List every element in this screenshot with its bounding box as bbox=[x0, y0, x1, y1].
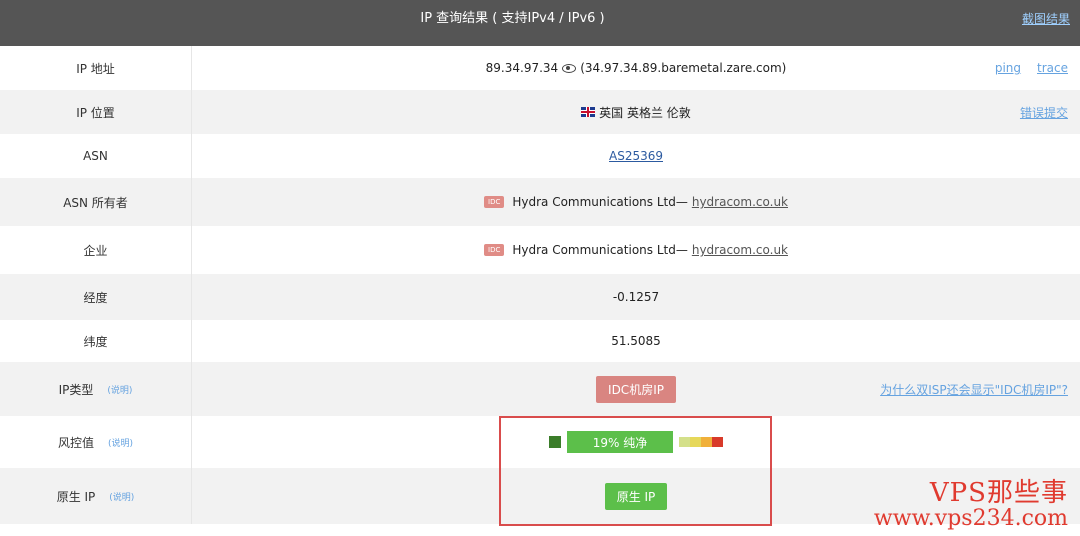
longitude-value: -0.1257 bbox=[612, 290, 660, 304]
asn-owner-value: IDC Hydra Communications Ltd— hydracom.c… bbox=[192, 178, 1080, 226]
risk-label: 风控值 bbox=[57, 435, 94, 450]
ip-type-badge: IDC机房IP bbox=[596, 375, 676, 403]
watermark-line2: www.vps234.com bbox=[873, 506, 1068, 531]
row-asn: ASN AS25369 bbox=[0, 134, 1080, 178]
idc-tag: IDC bbox=[484, 196, 505, 208]
uk-flag-icon bbox=[581, 107, 596, 117]
asn-owner-label: ASN 所有者 bbox=[0, 178, 192, 226]
row-ip-address: IP 地址 89.34.97.34 (34.97.34.89.baremetal… bbox=[0, 46, 1080, 90]
header-title: IP 查询结果 ( 支持IPv4 / IPv6 ) bbox=[420, 11, 605, 26]
ping-link[interactable]: ping bbox=[995, 61, 1021, 75]
eye-icon[interactable] bbox=[562, 63, 577, 73]
location-text: 英国 英格兰 伦敦 bbox=[599, 105, 691, 120]
risk-help-link[interactable]: (说明) bbox=[108, 436, 133, 449]
risk-value-cell: 19% 纯净 bbox=[192, 416, 1080, 468]
trace-link[interactable]: trace bbox=[1037, 61, 1068, 75]
native-label-cell: 原生 IP (说明) bbox=[0, 468, 192, 524]
latitude-value: 51.5085 bbox=[611, 334, 661, 348]
ip-address-label: IP 地址 bbox=[0, 46, 192, 90]
screenshot-link[interactable]: 截图结果 bbox=[1022, 0, 1070, 38]
latitude-label: 纬度 bbox=[0, 320, 192, 362]
ip-address-value: 89.34.97.34 (34.97.34.89.baremetal.zare.… bbox=[192, 46, 1080, 90]
risk-scale bbox=[679, 437, 723, 447]
asn-value-cell: AS25369 bbox=[192, 134, 1080, 178]
ip-type-label: IP类型 bbox=[58, 382, 94, 397]
asn-owner-name: Hydra Communications Ltd— bbox=[512, 195, 688, 209]
watermark-line1: VPS那些事 bbox=[929, 478, 1068, 508]
asn-link[interactable]: AS25369 bbox=[609, 149, 663, 163]
ip-type-help-link[interactable]: (说明) bbox=[107, 383, 132, 396]
company-name: Hydra Communications Ltd— bbox=[512, 243, 688, 257]
watermark: VPS那些事 www.vps234.com bbox=[874, 480, 1068, 530]
row-latitude: 纬度 51.5085 bbox=[0, 320, 1080, 362]
ip-type-label-cell: IP类型 (说明) bbox=[0, 362, 192, 416]
rdns-value: (34.97.34.89.baremetal.zare.com) bbox=[580, 61, 787, 75]
row-ip-type: IP类型 (说明) IDC机房IP 为什么双ISP还会显示"IDC机房IP"? bbox=[0, 362, 1080, 416]
ip-value: 89.34.97.34 bbox=[485, 61, 559, 75]
company-label: 企业 bbox=[0, 226, 192, 274]
row-ip-location: IP 位置 英国 英格兰 伦敦 错误提交 bbox=[0, 90, 1080, 134]
ip-location-label: IP 位置 bbox=[0, 90, 192, 134]
report-error-label[interactable]: 错误提交 bbox=[1020, 104, 1068, 121]
result-header: IP 查询结果 ( 支持IPv4 / IPv6 ) 截图结果 bbox=[0, 0, 1080, 46]
company-domain-link[interactable]: hydracom.co.uk bbox=[692, 243, 788, 257]
native-help-link[interactable]: (说明) bbox=[109, 490, 134, 503]
ip-tools: ping trace bbox=[979, 46, 1068, 90]
row-risk: 风控值 (说明) 19% 纯净 bbox=[0, 416, 1080, 468]
risk-label-cell: 风控值 (说明) bbox=[0, 416, 192, 468]
ip-type-note[interactable]: 为什么双ISP还会显示"IDC机房IP"? bbox=[880, 381, 1068, 398]
native-label: 原生 IP bbox=[56, 489, 96, 504]
risk-score-bar: 19% 纯净 bbox=[567, 431, 673, 453]
longitude-label: 经度 bbox=[0, 274, 192, 320]
ip-location-value: 英国 英格兰 伦敦 bbox=[192, 90, 1080, 134]
company-value: IDC Hydra Communications Ltd— hydracom.c… bbox=[192, 226, 1080, 274]
idc-tag: IDC bbox=[484, 244, 505, 256]
native-ip-badge: 原生 IP bbox=[604, 482, 668, 510]
asn-owner-domain-link[interactable]: hydracom.co.uk bbox=[692, 195, 788, 209]
risk-marker bbox=[549, 436, 561, 448]
asn-label: ASN bbox=[0, 134, 192, 178]
ip-type-note-link[interactable]: 为什么双ISP还会显示"IDC机房IP"? bbox=[864, 362, 1068, 416]
row-asn-owner: ASN 所有者 IDC Hydra Communications Ltd— hy… bbox=[0, 178, 1080, 226]
row-longitude: 经度 -0.1257 bbox=[0, 274, 1080, 320]
row-company: 企业 IDC Hydra Communications Ltd— hydraco… bbox=[0, 226, 1080, 274]
report-error-link[interactable]: 错误提交 bbox=[1004, 90, 1068, 134]
risk-meter: 19% 纯净 bbox=[549, 431, 723, 453]
